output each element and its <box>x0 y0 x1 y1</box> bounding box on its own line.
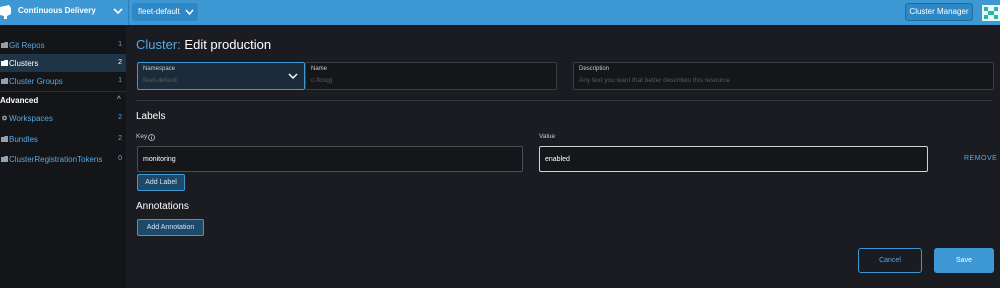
label-value-input[interactable]: enabled <box>539 146 928 172</box>
sidebar-item-count: 2 <box>118 114 122 121</box>
key-column-label: Key <box>136 133 148 140</box>
name-field[interactable]: Name c-fknqg <box>305 62 557 90</box>
add-annotation-button[interactable]: Add Annotation <box>137 219 204 236</box>
sidebar-item-git-repos[interactable]: Git Repos 1 <box>0 36 126 54</box>
header-divider <box>128 0 129 25</box>
top-bar: Continuous Delivery fleet-default Cluste… <box>0 0 1000 25</box>
sidebar-item-count: 1 <box>118 77 122 84</box>
page-title-action: Edit production <box>184 37 272 52</box>
sidebar-item-cluster-groups[interactable]: Cluster Groups 1 <box>0 72 126 90</box>
sidebar-item-label: Bundles <box>9 135 38 144</box>
folder-icon <box>1 136 8 142</box>
fleet-logo-icon <box>0 5 11 19</box>
main-content: Cluster: Edit production Namespace fleet… <box>126 25 1000 288</box>
info-icon[interactable] <box>148 134 155 141</box>
sidebar-item-workspaces[interactable]: Workspaces 2 <box>0 109 126 127</box>
add-label-button[interactable]: Add Label <box>137 174 185 191</box>
sidebar-item-cluster-registration-tokens[interactable]: ClusterRegistrationTokens 0 <box>0 150 126 168</box>
chevron-down-icon <box>288 73 298 80</box>
name-value: c-fknqg <box>311 77 333 84</box>
gear-icon <box>2 115 7 121</box>
value-column-label: Value <box>539 133 556 140</box>
sidebar-item-count: 1 <box>118 41 122 48</box>
description-placeholder: Any text you want that better describes … <box>579 77 731 84</box>
chevron-up-icon: ^ <box>116 96 121 103</box>
sidebar-divider <box>0 91 126 92</box>
namespace-select[interactable]: Namespace fleet-default <box>137 62 305 90</box>
label-value-value: enabled <box>545 156 570 163</box>
workspace-select[interactable]: fleet-default <box>132 3 198 21</box>
remove-label-button[interactable]: REMOVE <box>964 155 997 162</box>
sidebar-item-label: Clusters <box>9 59 39 68</box>
name-label: Name <box>311 66 328 72</box>
sidebar-group-label: Advanced <box>0 96 39 105</box>
namespace-label: Namespace <box>143 66 176 72</box>
folder-icon <box>1 156 8 162</box>
sidebar-item-count: 2 <box>118 135 122 142</box>
labels-heading: Labels <box>136 111 166 122</box>
namespace-value: fleet-default <box>143 77 177 84</box>
sidebar-item-label: ClusterRegistrationTokens <box>9 155 103 164</box>
label-key-input[interactable]: monitoring <box>137 146 523 172</box>
avatar[interactable] <box>982 5 1000 21</box>
sidebar-item-count: 2 <box>118 59 122 66</box>
page-title: Cluster: Edit production <box>136 37 271 52</box>
sidebar-group-advanced[interactable]: Advanced ^ <box>0 94 126 108</box>
sidebar-item-label: Workspaces <box>9 114 53 123</box>
save-button[interactable]: Save <box>934 248 994 273</box>
folder-icon <box>1 42 8 48</box>
cluster-manager-button[interactable]: Cluster Manager <box>905 3 973 21</box>
label-key-value: monitoring <box>143 156 176 163</box>
folder-icon <box>1 60 8 66</box>
chevron-down-icon[interactable] <box>113 5 123 17</box>
workspace-select-value: fleet-default <box>138 7 180 16</box>
section-divider <box>136 100 992 101</box>
annotations-heading: Annotations <box>136 201 189 212</box>
sidebar-item-clusters[interactable]: Clusters 2 <box>0 54 126 72</box>
sidebar-item-label: Git Repos <box>9 41 45 50</box>
sidebar-item-bundles[interactable]: Bundles 2 <box>0 130 126 148</box>
description-field[interactable]: Description Any text you want that bette… <box>573 62 994 90</box>
chevron-down-icon <box>185 9 194 16</box>
description-label: Description <box>579 66 610 72</box>
sidebar: Git Repos 1 Clusters 2 Cluster Groups 1 … <box>0 25 126 288</box>
product-name[interactable]: Continuous Delivery <box>18 6 96 15</box>
sidebar-item-count: 0 <box>118 155 122 162</box>
folder-icon <box>1 78 8 84</box>
page-title-kind[interactable]: Cluster: <box>136 37 181 52</box>
cancel-button[interactable]: Cancel <box>858 248 922 273</box>
sidebar-item-label: Cluster Groups <box>9 77 63 86</box>
